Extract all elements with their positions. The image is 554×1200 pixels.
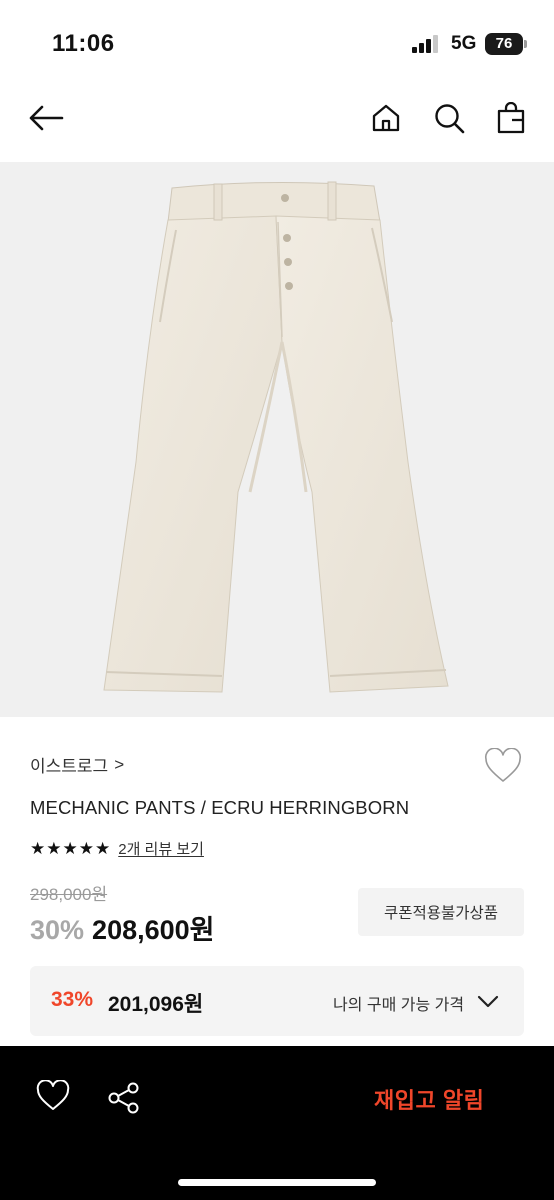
chevron-down-icon: [476, 990, 500, 1012]
restock-alert-button[interactable]: 재입고 알림: [374, 1083, 484, 1115]
brand-link[interactable]: 이스트로그 >: [30, 752, 124, 777]
network-type: 5G: [451, 33, 477, 54]
price-row: 30% 208,600원: [30, 908, 215, 947]
bottom-action-bar: 재입고 알림: [0, 1046, 554, 1200]
product-image[interactable]: [0, 162, 554, 717]
sale-price: 208,600원: [92, 915, 215, 945]
review-link[interactable]: 2개 리뷰 보기: [118, 838, 204, 859]
star-icon: ★: [62, 839, 78, 858]
wishlist-heart-icon[interactable]: [484, 747, 522, 784]
status-time: 11:06: [52, 30, 115, 57]
best-price-dropdown[interactable]: 33% 201,096원 나의 구매 가능 가격: [30, 966, 524, 1036]
home-indicator[interactable]: [178, 1179, 376, 1186]
back-arrow-icon[interactable]: [26, 96, 66, 140]
star-rating: ★ ★ ★ ★ ★: [30, 840, 110, 857]
best-price: 201,096원: [108, 993, 204, 1016]
star-icon: ★: [30, 839, 46, 858]
coupon-status-button[interactable]: 쿠폰적용불가상품: [358, 888, 524, 936]
best-price-label: 나의 구매 가능 가격: [333, 997, 465, 1014]
best-discount-rate: 33%: [51, 988, 94, 1011]
product-title: MECHANIC PANTS / ECRU HERRINGBORN: [30, 797, 410, 818]
battery-icon: 76: [485, 33, 527, 55]
cellular-signal-icon: [412, 35, 440, 53]
star-icon: ★: [78, 839, 94, 858]
search-icon[interactable]: [429, 96, 469, 140]
star-icon: ★: [46, 839, 62, 858]
share-icon[interactable]: [106, 1080, 142, 1116]
top-navigation: [0, 76, 554, 162]
discount-rate: 30%: [30, 915, 85, 945]
star-icon: ★: [95, 839, 111, 858]
rating-row: ★ ★ ★ ★ ★ 2개 리뷰 보기: [30, 838, 204, 859]
original-price: 298,000원: [30, 885, 108, 904]
home-icon[interactable]: [366, 96, 406, 140]
shopping-bag-icon[interactable]: [491, 96, 531, 140]
brand-name: 이스트로그: [30, 757, 109, 776]
wishlist-heart-icon[interactable]: [36, 1079, 70, 1112]
chevron-right-icon: >: [114, 754, 125, 774]
status-bar: 11:06 5G 76: [0, 0, 554, 76]
pants-illustration: [103, 181, 449, 693]
